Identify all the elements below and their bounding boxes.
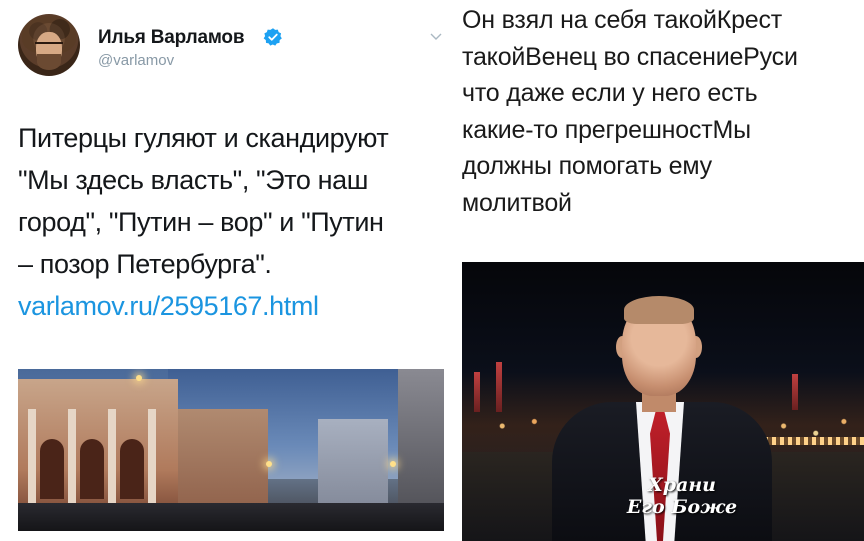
tower <box>792 374 798 410</box>
avatar-beard <box>37 54 61 70</box>
tweet-video[interactable] <box>18 369 444 531</box>
post-image[interactable]: Храни Его Боже <box>462 262 864 541</box>
verified-icon <box>263 28 282 46</box>
caption-line: Его Боже <box>626 496 738 518</box>
image-caption: Храни Его Боже <box>622 474 742 518</box>
street-light <box>266 461 272 467</box>
chevron-down-icon[interactable] <box>430 32 442 42</box>
post-text-line: такойВенец во спасениеРуси <box>462 42 798 71</box>
display-name[interactable]: Илья Варламов <box>98 27 245 49</box>
avatar-glasses <box>35 42 63 52</box>
tower <box>496 362 502 412</box>
tower <box>474 372 480 412</box>
avatar[interactable] <box>18 14 80 76</box>
street-light <box>390 461 396 467</box>
tweet-text-line: "Мы здесь власть", "Это наш <box>18 165 368 195</box>
post-text: Он взял на себя такойКрест такойВенец во… <box>462 2 862 221</box>
video-street-crowd <box>18 503 444 531</box>
tweet-link[interactable]: varlamov.ru/2595167.html <box>18 285 448 327</box>
post-text-line: что даже если у него есть <box>462 79 758 107</box>
tweet-text-line: город", "Путин – вор" и "Путин <box>18 207 384 237</box>
post-text-line: должны помогать ему <box>462 152 712 180</box>
tweet-panel: Илья Варламов @varlamov Питерцы гуляют и… <box>0 0 452 541</box>
tweet-text-line: – позор Петербурга". <box>18 249 272 279</box>
tweet-text: Питерцы гуляют и скандируют "Мы здесь вл… <box>18 117 448 327</box>
street-light <box>136 375 142 381</box>
post-text-line: молитвой <box>462 188 572 217</box>
handle[interactable]: @varlamov <box>98 52 174 69</box>
post-text-line: Он взял на себя такойКрест <box>462 6 783 34</box>
caption-line: Храни <box>647 474 716 496</box>
meme-panel: Он взял на себя такойКрест такойВенец во… <box>452 0 864 541</box>
tweet-text-line: Питерцы гуляют и скандируют <box>18 123 389 153</box>
post-text-line: какие-то прегрешностМы <box>462 115 751 144</box>
